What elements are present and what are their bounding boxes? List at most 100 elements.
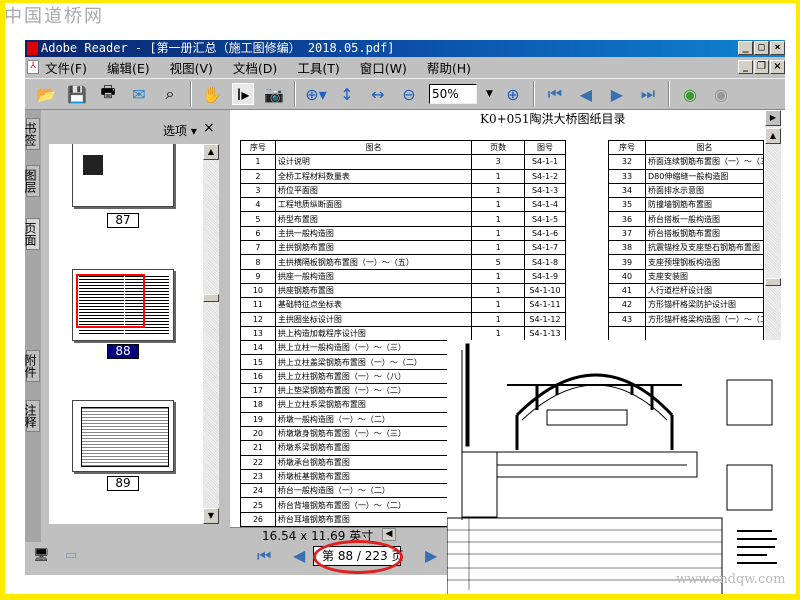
zoom-out-icon[interactable]: ⊖ — [398, 83, 420, 105]
table-row: 9 拱座一般构造图 1 S4-1-9 — [240, 268, 566, 284]
table-row: 42 方形锚杆格梁防护设计图 — [608, 297, 764, 313]
cell-pages: 3 — [471, 154, 526, 170]
page-thumbnail-88[interactable] — [72, 269, 174, 341]
table-row: 12 主拱圈坐标设计图 1 S4-1-12 — [240, 311, 566, 327]
cell-drawing-no: S4-1-2 — [524, 168, 566, 184]
cell-no: 39 — [608, 254, 646, 270]
status-prev-page-icon[interactable]: ◀ — [293, 546, 305, 565]
menu-tools[interactable]: 工具(T) — [297, 58, 339, 77]
fit-height-icon[interactable]: ↕ — [336, 83, 358, 105]
cell-name: 桥墩墩身钢筋布置图（一）～（三） — [274, 425, 473, 442]
zoom-dropdown-icon[interactable]: ▼ — [486, 89, 493, 99]
tab-layers[interactable]: 图层 — [23, 165, 40, 197]
cell-name: 桥位平面图 — [274, 182, 473, 199]
status-next-page-icon[interactable]: ▶ — [425, 546, 437, 565]
menu-window[interactable]: 窗口(W) — [360, 58, 407, 77]
cell-no: 42 — [608, 297, 646, 313]
cell-no: 16 — [240, 368, 276, 385]
status-first-page-icon[interactable]: ⏮ — [257, 546, 271, 566]
fit-width-icon[interactable]: ↔ — [367, 83, 389, 105]
table-row: 40 支座安装图 — [608, 268, 764, 284]
close-button[interactable]: × — [770, 41, 785, 55]
screen-view-icon[interactable]: 🖥 — [33, 548, 50, 563]
select-text-icon[interactable]: I▸ — [232, 83, 254, 105]
table-row: 38 抗震锚栓及支座垫石钢筋布置图 — [608, 240, 764, 256]
table-row: 13 拱上构造加载程序设计图 1 S4-1-13 — [240, 325, 566, 342]
cell-pages: 1 — [471, 197, 526, 213]
window-view-icon[interactable]: ▭ — [65, 548, 77, 563]
cell-name: 桥墩系梁钢筋布置图 — [274, 440, 473, 456]
cell-name: 拱座钢筋布置图 — [274, 282, 473, 299]
table-row: 8 主拱横隔板钢筋布置图（一）～（五） 5 S4-1-8 — [240, 254, 566, 270]
snapshot-icon[interactable]: 📷 — [263, 83, 285, 105]
first-page-icon[interactable]: ⏮ — [544, 83, 566, 105]
cell-name: 全桥工程材料数量表 — [274, 168, 473, 184]
cell-no: 43 — [608, 311, 646, 327]
menu-edit[interactable]: 编辑(E) — [107, 58, 150, 77]
prev-page-icon[interactable]: ◀ — [575, 83, 597, 105]
bridge-drawing-overlay — [447, 340, 790, 600]
cell-name: 桥台搭板钢筋布置图 — [645, 225, 764, 242]
last-page-icon[interactable]: ⏭ — [637, 83, 659, 105]
cell-name: 桥墩承台钢筋布置图 — [274, 454, 473, 470]
menu-file[interactable]: 文件(F) — [45, 58, 87, 77]
cell-name: 拱上构造加载程序设计图 — [274, 325, 473, 342]
print-icon[interactable]: 🖶 — [97, 82, 119, 105]
page-label-88: 88 — [107, 344, 139, 359]
cell-no: 12 — [240, 311, 276, 327]
page-thumbnail-87[interactable] — [72, 144, 174, 207]
table-row: 5 桥型布置图 1 S4-1-5 — [240, 211, 566, 227]
cell-no: 36 — [608, 211, 646, 227]
options-menu[interactable]: 选项 ▾ — [163, 122, 197, 139]
hscroll-left-button[interactable]: ◀ — [382, 528, 396, 541]
cell-name: 方形锚杆格梁防护设计图 — [645, 297, 764, 313]
cell-no: 24 — [240, 483, 276, 499]
cell-name: 防撞墙钢筋布置图 — [645, 197, 764, 213]
zoom-input[interactable]: 50% — [429, 84, 477, 104]
cell-no: 32 — [608, 154, 646, 170]
doc-restore-button[interactable]: ❐ — [754, 60, 769, 74]
tab-pages[interactable]: 页面 — [23, 218, 40, 250]
cell-name: 支座预埋钢板构造图 — [645, 254, 764, 270]
pdf-doc-icon[interactable]: ⅄ — [27, 60, 39, 74]
maximize-button[interactable]: □ — [754, 41, 769, 55]
tab-comments[interactable]: 注释 — [23, 400, 40, 432]
thumbnail-scrollbar[interactable]: ▲ ▼ — [203, 144, 219, 524]
watermark: 中国道桥网 — [4, 6, 104, 27]
close-panel-button[interactable]: × — [203, 120, 215, 136]
cell-pages: 1 — [471, 168, 526, 184]
table-row: 6 主拱一般构造图 1 S4-1-6 — [240, 225, 566, 242]
menu-view[interactable]: 视图(V) — [170, 58, 213, 77]
hand-icon[interactable]: ✋ — [201, 83, 223, 105]
forward-icon[interactable]: ◉ — [710, 83, 732, 105]
cell-name: 抗震锚栓及支座垫石钢筋布置图 — [645, 240, 764, 256]
cell-drawing-no: S4-1-6 — [524, 225, 566, 242]
page-thumbnail-89[interactable] — [72, 400, 174, 472]
back-icon[interactable]: ◉ — [679, 83, 701, 105]
zoom-plus-icon[interactable]: ⊕ — [502, 83, 524, 105]
cell-name: 拱上立柱一般构造图（一）～（三） — [274, 340, 473, 356]
toolbar: 📂 💾 🖶 ✉ ⌕ ✋ I▸ 📷 ⊕▾ ↕ ↔ ⊖ 50% ▼ ⊕ ⏮ ◀ ▶ … — [25, 78, 785, 110]
cell-no: 18 — [240, 397, 276, 413]
col-header-name: 图名 — [645, 139, 764, 156]
save-icon[interactable]: 💾 — [66, 83, 88, 105]
zoom-in-tool-icon[interactable]: ⊕▾ — [305, 83, 327, 105]
open-icon[interactable]: 📂 — [35, 83, 57, 105]
cell-pages: 1 — [471, 297, 526, 313]
search-icon[interactable]: ⌕ — [159, 83, 181, 105]
title-bar: Adobe Reader - [第一册汇总（施工图修编） 2018.05.pdf… — [25, 40, 785, 57]
cell-no: 9 — [240, 268, 276, 284]
menu-document[interactable]: 文档(D) — [233, 58, 277, 77]
cell-drawing-no: S4-1-5 — [524, 211, 566, 227]
cell-drawing-no: S4-1-12 — [524, 311, 566, 327]
email-icon[interactable]: ✉ — [128, 83, 150, 105]
menu-help[interactable]: 帮助(H) — [427, 58, 471, 77]
tab-bookmarks[interactable]: 书签 — [23, 118, 40, 150]
cell-no: 37 — [608, 225, 646, 242]
tab-attachments[interactable]: 附件 — [23, 350, 40, 382]
doc-close-button[interactable]: × — [770, 60, 785, 74]
next-page-icon[interactable]: ▶ — [606, 83, 628, 105]
cell-no: 40 — [608, 268, 646, 284]
minimize-button[interactable]: _ — [738, 41, 753, 55]
doc-minimize-button[interactable]: _ — [738, 60, 753, 74]
